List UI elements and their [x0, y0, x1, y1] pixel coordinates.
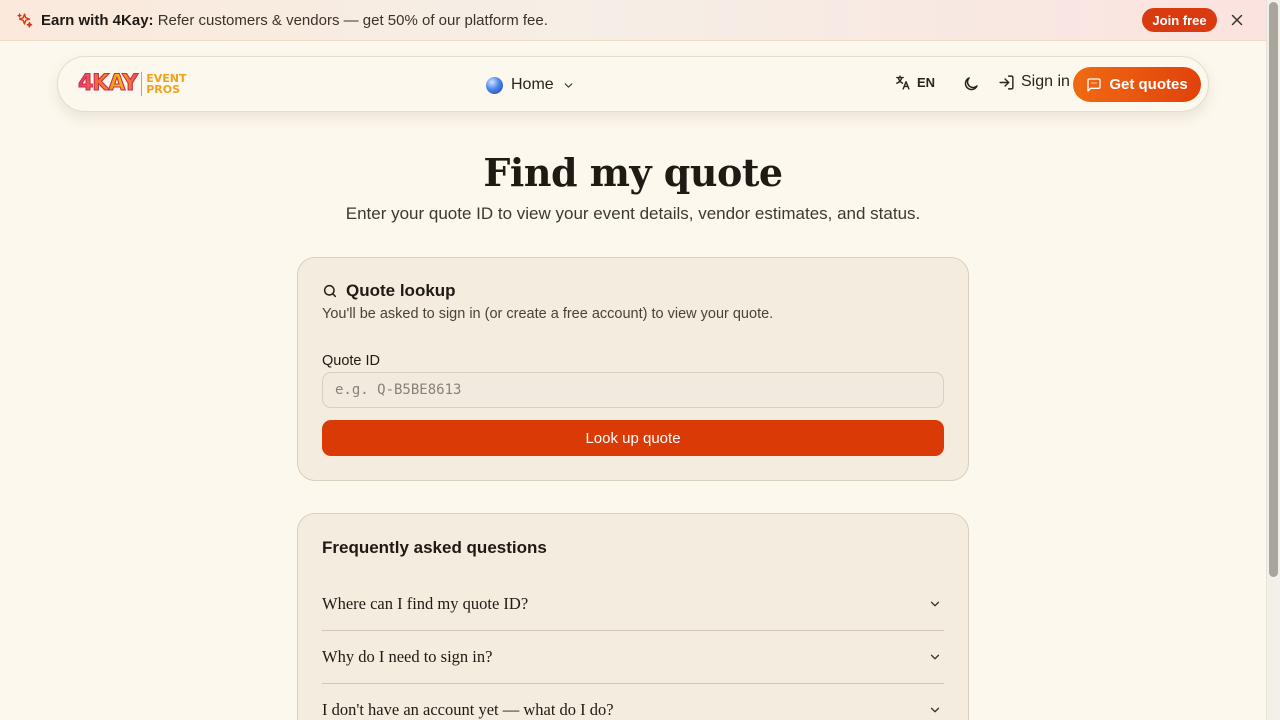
translate-icon — [896, 75, 910, 90]
quote-id-input[interactable] — [322, 372, 944, 408]
quote-lookup-title: Quote lookup — [346, 281, 456, 300]
home-menu[interactable]: Home — [486, 73, 575, 97]
page-title: Find my quote — [483, 150, 783, 195]
get-quotes-button[interactable]: Get quotes — [1073, 67, 1201, 102]
sparkles-icon — [17, 12, 33, 28]
logo-subtitle: EVENT PROS — [146, 73, 186, 95]
faq-question: I don't have an account yet — what do I … — [322, 700, 614, 719]
banner-brand: Earn with 4Kay: — [41, 11, 154, 29]
logo-mark: 4KAY — [77, 71, 138, 97]
announcement-banner: Earn with 4Kay: Refer customers & vendor… — [0, 0, 1266, 41]
chevron-down-icon — [564, 82, 573, 88]
language-label: EN — [917, 75, 936, 90]
faq-card: Frequently asked questions Where can I f… — [297, 513, 969, 720]
top-navigation: 4KAY EVENT PROS Home EN Sign in Get quote… — [57, 56, 1209, 112]
faq-question: Where can I find my quote ID? — [322, 594, 529, 613]
page-scrollbar[interactable] — [1266, 0, 1280, 720]
faq-item-why-sign-in[interactable]: Why do I need to sign in? — [322, 631, 944, 684]
chevron-down-icon — [930, 707, 940, 713]
faq-item-find-quote-id[interactable]: Where can I find my quote ID? — [322, 578, 944, 631]
home-label: Home — [511, 76, 554, 93]
page-subtitle: Enter your quote ID to view your event d… — [345, 204, 921, 223]
language-switcher[interactable]: EN — [894, 74, 935, 91]
close-icon[interactable] — [1228, 11, 1246, 29]
banner-message: Earn with 4Kay: Refer customers & vendor… — [41, 12, 548, 29]
logo-divider — [141, 71, 143, 96]
quote-lookup-heading: Quote lookup — [322, 281, 456, 301]
chevron-down-icon — [930, 654, 940, 660]
look-up-quote-button[interactable]: Look up quote — [322, 420, 944, 456]
get-quotes-label: Get quotes — [1109, 76, 1188, 93]
logo[interactable]: 4KAY EVENT PROS — [77, 71, 186, 97]
quote-lookup-card: Quote lookup You'll be asked to sign in … — [297, 257, 969, 481]
search-icon — [323, 284, 337, 298]
sign-in-label: Sign in — [1021, 73, 1070, 90]
quote-id-label: Quote ID — [322, 353, 381, 369]
globe-icon — [486, 76, 503, 94]
moon-icon[interactable] — [962, 75, 980, 93]
quote-lookup-description: You'll be asked to sign in (or create a … — [322, 306, 774, 322]
scrollbar-thumb[interactable] — [1269, 2, 1278, 577]
log-in-icon — [999, 74, 1014, 90]
faq-item-no-account[interactable]: I don't have an account yet — what do I … — [322, 684, 944, 720]
logo-line-2: PROS — [146, 82, 181, 96]
sign-in-link[interactable]: Sign in — [998, 73, 1070, 91]
faq-question: Why do I need to sign in? — [322, 647, 493, 666]
join-free-button[interactable]: Join free — [1142, 8, 1217, 32]
banner-text: Refer customers & vendors — get 50% of o… — [157, 11, 548, 29]
faq-title: Frequently asked questions — [322, 538, 547, 557]
message-square-icon — [1087, 77, 1101, 92]
chevron-down-icon — [930, 601, 940, 607]
